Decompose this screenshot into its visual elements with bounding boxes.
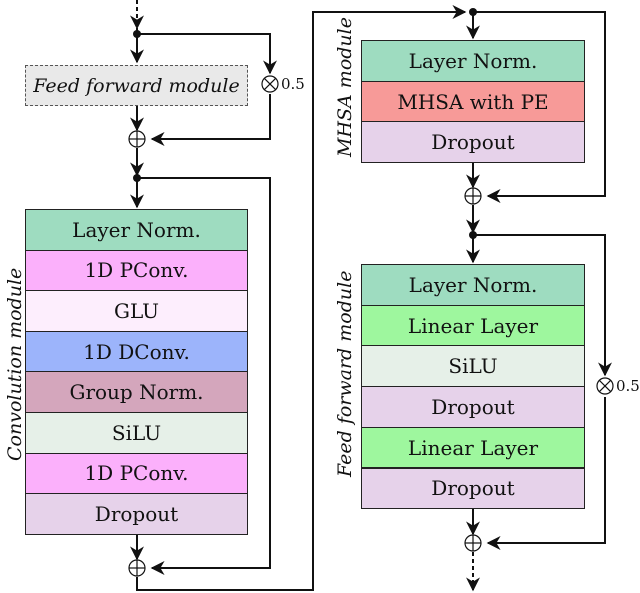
add-icon (128, 130, 146, 148)
layer-label: 1D PConv. (84, 258, 189, 283)
layer-label: Linear Layer (407, 313, 539, 338)
conv-layer-1d-dconv: 1D DConv. (25, 330, 248, 373)
conv-layer-dropout: Dropout (25, 493, 248, 535)
layer-label: Dropout (431, 130, 515, 155)
junction-dot (133, 30, 141, 38)
layer-label: Dropout (94, 501, 179, 526)
ffn-layer-layer-norm: Layer Norm. (361, 264, 585, 306)
layer-label: MHSA with PE (397, 89, 549, 114)
mhsa-layer-mhsa-with-pe: MHSA with PE (361, 80, 585, 123)
ffn-layer-dropout: Dropout (361, 386, 585, 428)
layer-label: Layer Norm. (72, 217, 201, 242)
conv-layer-1d-pconv: 1D PConv. (25, 249, 248, 292)
ffn-layer-linear-layer: Linear Layer (361, 426, 585, 469)
layer-label: GLU (113, 298, 160, 323)
add-icon (464, 187, 482, 205)
layer-label: Dropout (431, 476, 515, 501)
add-icon (128, 559, 146, 577)
ffn-layer-dropout: Dropout (361, 467, 585, 510)
multiply-icon (261, 75, 279, 93)
mhsa-layer-dropout: Dropout (361, 121, 585, 164)
junction-dot (469, 231, 477, 239)
layer-label: Group Norm. (69, 380, 204, 405)
first-feed-forward-module: Feed forward module (25, 65, 248, 106)
add-icon (464, 534, 482, 552)
junction-dot (133, 174, 141, 182)
first-ffn-scale-label: 0.5 (281, 75, 305, 93)
layer-label: 1D PConv. (84, 461, 189, 486)
mhsa-module-label: MHSA module (334, 17, 356, 157)
mhsa-layer-layer-norm: Layer Norm. (361, 40, 585, 82)
ffn-layer-linear-layer: Linear Layer (361, 304, 585, 347)
junction-dot (469, 8, 477, 16)
layer-label: SiLU (448, 354, 498, 379)
multiply-icon (596, 377, 614, 395)
conv-layer-1d-pconv: 1D PConv. (25, 452, 248, 495)
layer-label: Linear Layer (407, 435, 539, 460)
ffn-layer-silu: SiLU (361, 345, 585, 388)
conv-module-label: Convolution module (4, 267, 26, 461)
ffn-module-label: Feed forward module (334, 270, 356, 477)
layer-label: Dropout (431, 394, 515, 419)
layer-label: Layer Norm. (408, 48, 538, 73)
layer-label: 1D DConv. (83, 339, 190, 364)
layer-label: SiLU (111, 420, 162, 445)
conv-layer-glu: GLU (25, 290, 248, 332)
conv-layer-layer-norm: Layer Norm. (25, 209, 248, 251)
first-ffn-label: Feed forward module (33, 74, 240, 97)
ffn-scale-label: 0.5 (616, 377, 640, 395)
conv-layer-silu: SiLU (25, 412, 248, 454)
layer-label: Layer Norm. (408, 272, 538, 297)
conv-layer-group-norm: Group Norm. (25, 371, 248, 413)
